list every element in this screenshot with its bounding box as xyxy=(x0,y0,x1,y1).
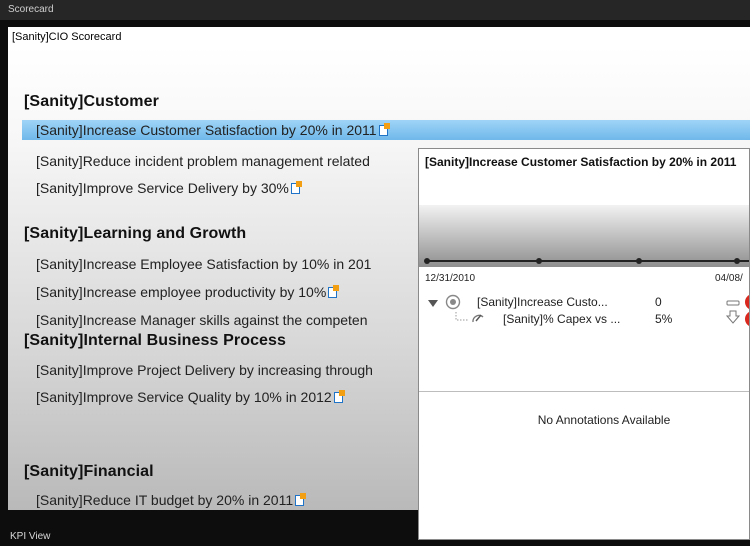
objective-item-reduce-it-budget[interactable]: [Sanity]Reduce IT budget by 20% in 2011 xyxy=(36,490,307,510)
note-icon[interactable] xyxy=(378,122,390,136)
trend-point[interactable] xyxy=(424,258,430,264)
gauge-icon xyxy=(472,314,484,323)
note-icon[interactable] xyxy=(295,492,307,506)
group-heading-financial[interactable]: [Sanity]Financial xyxy=(24,463,154,481)
group-heading-customer[interactable]: [Sanity]Customer xyxy=(24,93,159,111)
objective-label: [Sanity]Increase Employee Satisfaction b… xyxy=(36,256,372,272)
objective-item-project-delivery[interactable]: [Sanity]Improve Project Delivery by incr… xyxy=(36,360,373,380)
note-icon[interactable] xyxy=(290,180,302,194)
minus-icon xyxy=(726,300,740,306)
objective-item-employee-satisfaction[interactable]: [Sanity]Increase Employee Satisfaction b… xyxy=(36,254,371,274)
tree-connector-icon xyxy=(455,312,468,321)
objective-detail-popup: [Sanity]Increase Customer Satisfaction b… xyxy=(418,148,750,540)
arrow-down-icon xyxy=(726,310,740,324)
collapse-triangle-icon[interactable] xyxy=(427,299,439,309)
note-icon[interactable] xyxy=(328,284,340,298)
objective-item-service-delivery[interactable]: [Sanity]Improve Service Delivery by 30% xyxy=(36,178,302,198)
objective-label: [Sanity]Improve Service Delivery by 30% xyxy=(36,180,289,196)
trend-point[interactable] xyxy=(636,258,642,264)
kpi-name[interactable]: [Sanity]% Capex vs ... xyxy=(503,312,620,326)
group-heading-learning-growth[interactable]: [Sanity]Learning and Growth xyxy=(24,225,246,243)
trend-start-date: 12/31/2010 xyxy=(425,273,476,284)
status-red-circle-icon xyxy=(745,312,749,326)
objective-label: [Sanity]Reduce IT budget by 20% in 2011 xyxy=(36,492,294,508)
kpi-value: 0 xyxy=(655,295,662,309)
trend-chart xyxy=(419,205,749,267)
popup-title: [Sanity]Increase Customer Satisfaction b… xyxy=(425,155,737,169)
annotations-message: No Annotations Available xyxy=(537,413,671,427)
note-icon[interactable] xyxy=(333,389,345,403)
objective-label: [Sanity]Increase Customer Satisfaction b… xyxy=(36,122,377,138)
objective-item-service-quality[interactable]: [Sanity]Improve Service Quality by 10% i… xyxy=(36,387,345,407)
trend-point[interactable] xyxy=(734,258,740,264)
objective-label: [Sanity]Increase Manager skills against … xyxy=(36,312,368,328)
objective-item-manager-skills[interactable]: [Sanity]Increase Manager skills against … xyxy=(36,310,368,330)
group-heading-internal-process[interactable]: [Sanity]Internal Business Process xyxy=(24,332,286,350)
objective-label: [Sanity]Improve Project Delivery by incr… xyxy=(36,362,373,378)
kpi-view-label[interactable]: KPI View xyxy=(10,531,50,542)
kpi-name[interactable]: [Sanity]Increase Custo... xyxy=(477,295,608,309)
objective-label: [Sanity]Improve Service Quality by 10% i… xyxy=(36,389,332,405)
scorecard-name-field[interactable]: [Sanity]CIO Scorecard xyxy=(8,27,750,47)
objective-item-customer-satisfaction[interactable]: [Sanity]Increase Customer Satisfaction b… xyxy=(22,120,750,140)
trend-point[interactable] xyxy=(536,258,542,264)
objective-item-reduce-incident[interactable]: [Sanity]Reduce incident problem manageme… xyxy=(36,151,370,171)
kpi-value: 5% xyxy=(655,312,673,326)
objective-label: [Sanity]Increase employee productivity b… xyxy=(36,284,327,300)
objective-target-icon xyxy=(445,294,461,310)
window-title: Scorecard xyxy=(0,0,750,20)
trend-chart-background xyxy=(419,205,749,267)
objective-label: [Sanity]Reduce incident problem manageme… xyxy=(36,153,370,169)
objective-item-employee-productivity[interactable]: [Sanity]Increase employee productivity b… xyxy=(36,282,340,302)
trend-end-date: 04/08/ xyxy=(715,273,743,284)
annotations-divider xyxy=(419,391,749,392)
